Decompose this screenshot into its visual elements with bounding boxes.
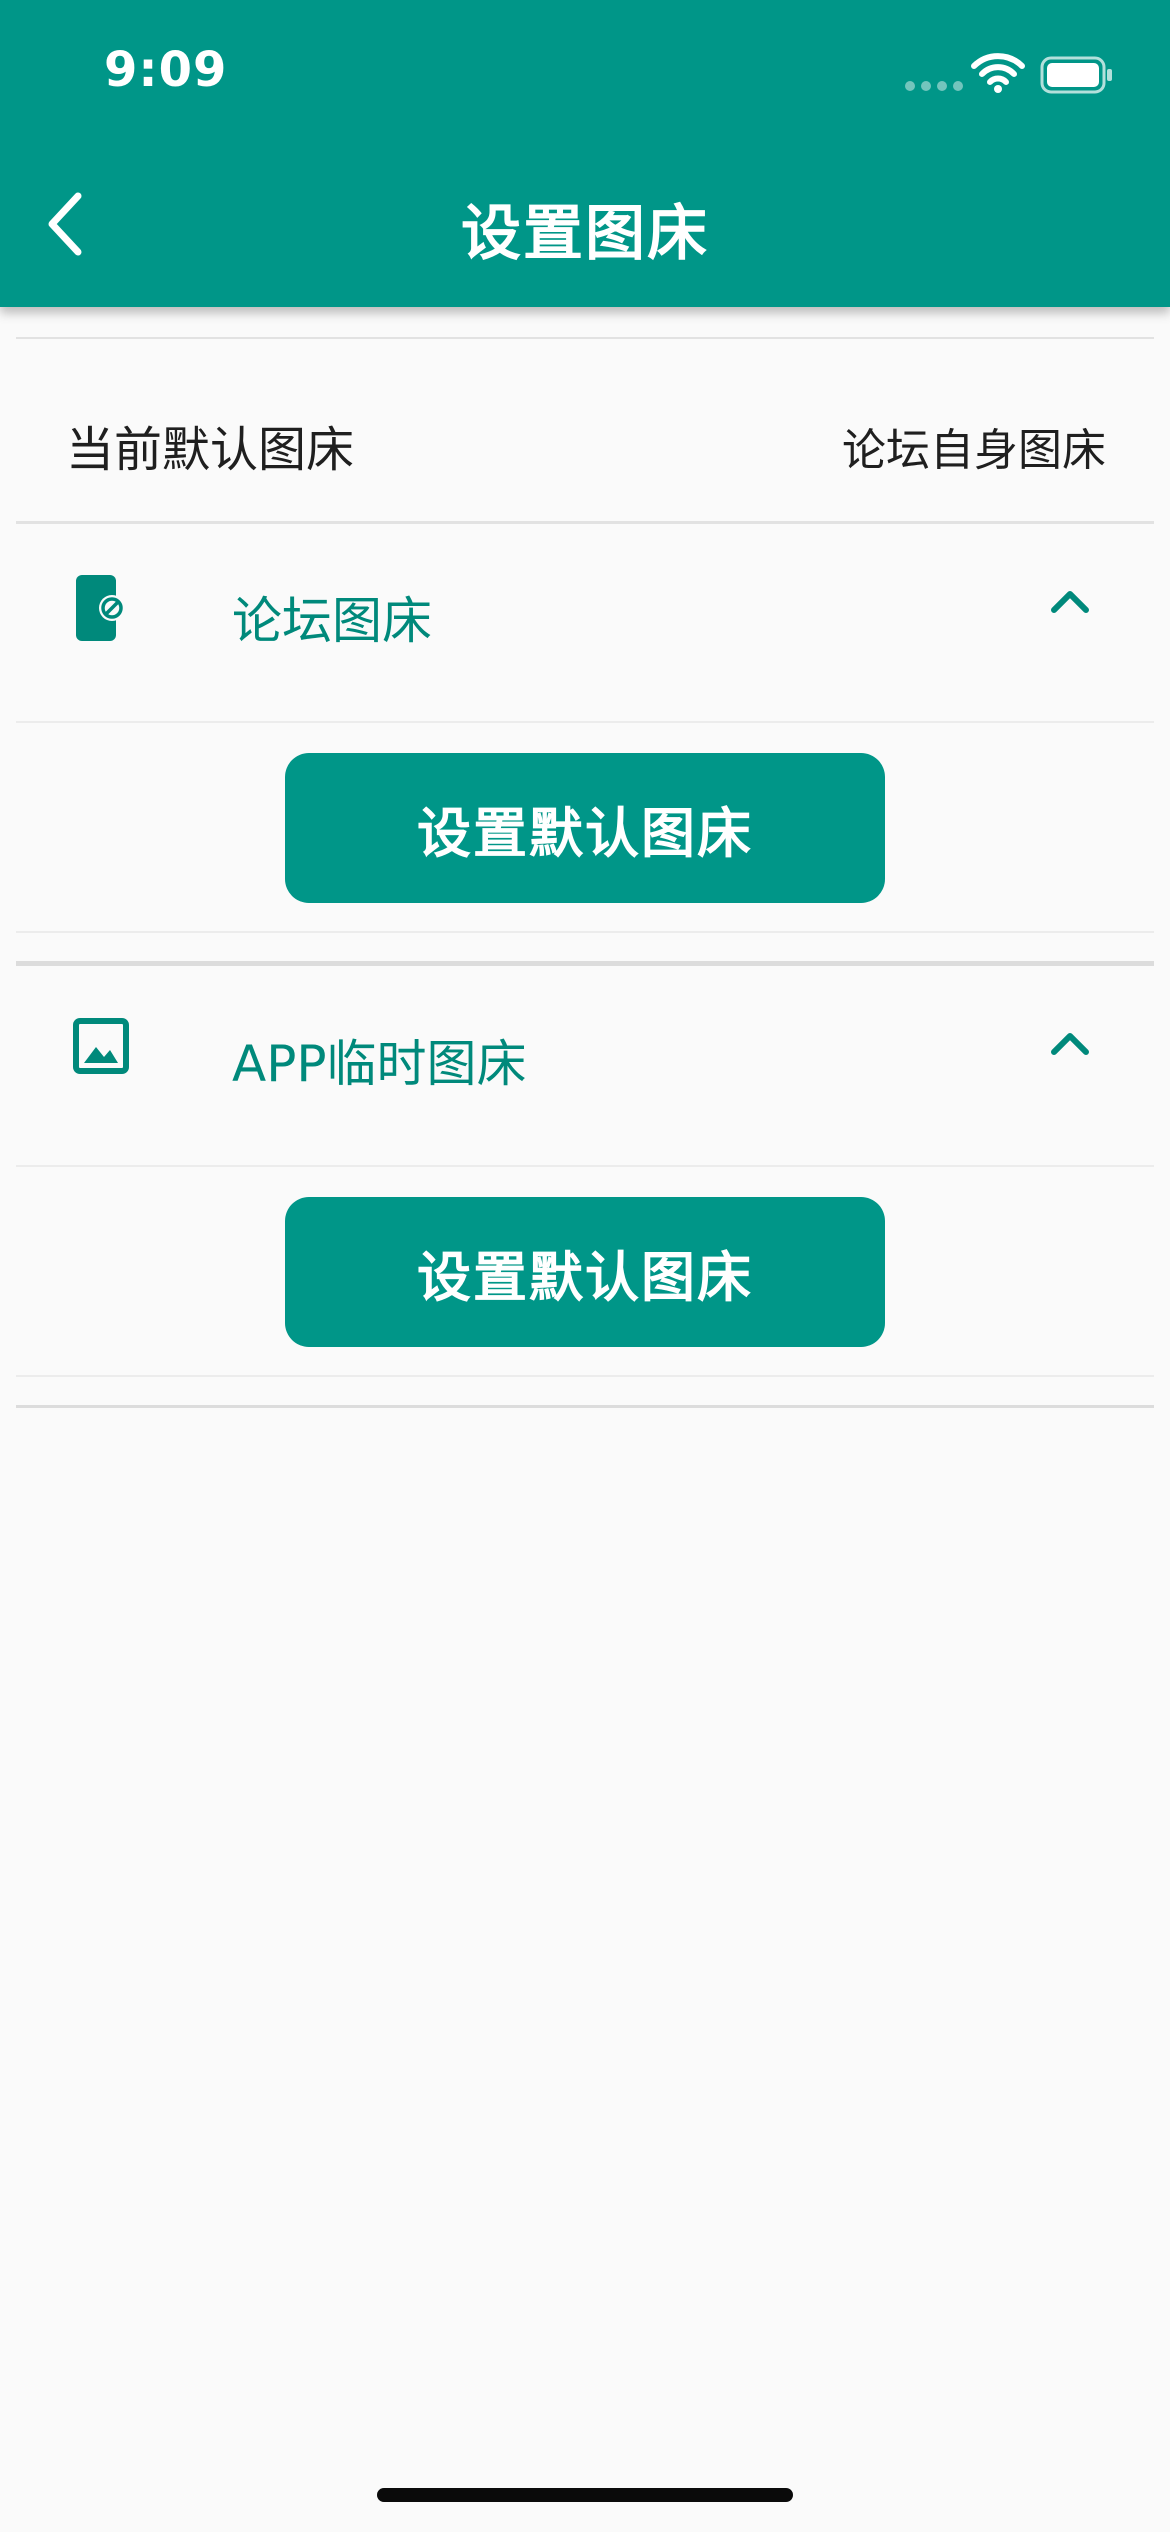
divider bbox=[16, 1405, 1154, 1408]
cellular-signal-icon bbox=[905, 81, 963, 91]
phone-forbidden-icon bbox=[76, 575, 125, 641]
current-default-label: 当前默认图床 bbox=[66, 422, 355, 478]
set-default-button[interactable]: 设置默认图床 bbox=[285, 753, 885, 903]
chevron-up-icon[interactable] bbox=[1048, 586, 1092, 616]
current-default-value: 论坛自身图床 bbox=[842, 425, 1106, 476]
section-title: 论坛图床 bbox=[232, 592, 432, 650]
divider bbox=[16, 1375, 1154, 1377]
section-header-app-temp[interactable]: APP临时图床 bbox=[0, 966, 1170, 1166]
wifi-icon bbox=[971, 53, 1025, 93]
divider bbox=[16, 931, 1154, 933]
section-title: APP临时图床 bbox=[232, 1035, 527, 1093]
section-header-forum[interactable]: 论坛图床 bbox=[0, 524, 1170, 724]
chevron-up-icon[interactable] bbox=[1048, 1028, 1092, 1058]
battery-icon bbox=[1040, 56, 1112, 94]
set-default-button[interactable]: 设置默认图床 bbox=[285, 1197, 885, 1347]
divider bbox=[16, 721, 1154, 723]
home-indicator[interactable] bbox=[377, 2488, 793, 2502]
status-time: 9:09 bbox=[104, 42, 228, 98]
page-title: 设置图床 bbox=[461, 199, 709, 269]
divider bbox=[16, 1165, 1154, 1167]
image-icon bbox=[73, 1018, 129, 1074]
app-bar: 9:09 设置图床 bbox=[0, 0, 1170, 307]
current-default-row: 当前默认图床 论坛自身图床 bbox=[0, 307, 1170, 478]
